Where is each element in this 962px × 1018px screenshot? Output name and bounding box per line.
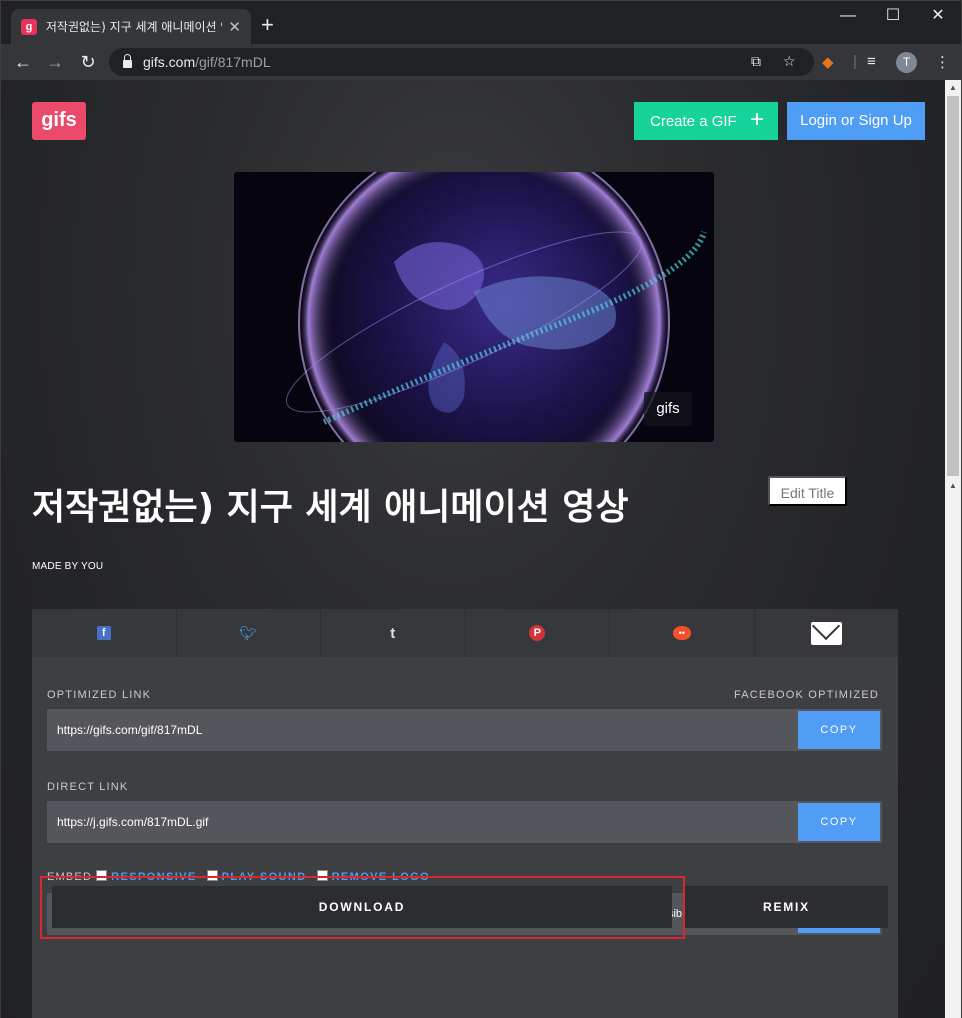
copy-direct-link-button[interactable]: COPY [798,803,880,841]
share-facebook-button[interactable]: f [32,609,177,657]
twitter-icon: 🐦︎ [239,624,258,641]
tab-close-icon[interactable]: ✕ [228,18,241,36]
share-pinterest-button[interactable]: P [466,609,610,657]
pinterest-icon: P [529,625,546,641]
translate-icon[interactable]: ⧉ [751,53,761,70]
remix-button[interactable]: REMIX [685,886,888,928]
gifs-logo[interactable]: gifs [32,102,86,140]
share-reddit-button[interactable]: •• [610,609,755,657]
optimized-link-field[interactable]: https://gifs.com/gif/817mDL COPY [47,709,882,751]
title-bar: g 저작권없는) 지구 세계 애니메이션 영상 ✕ + — ☐ ✕ [1,1,961,44]
browser-tab[interactable]: g 저작권없는) 지구 세계 애니메이션 영상 ✕ [11,9,251,44]
direct-link-text[interactable]: https://j.gifs.com/817mDL.gif [57,801,792,843]
browser-toolbar: ← → ↻ gifs.com/gif/817mDL ⧉ ☆ ◆ | ≡ T ⋮ [1,44,961,80]
tab-title: 저작권없는) 지구 세계 애니메이션 영상 [45,20,223,34]
copy-optimized-link-button[interactable]: COPY [798,711,880,749]
lock-icon [123,54,132,68]
scroll-arrow-icon[interactable]: ▲ [945,478,961,494]
create-gif-label: Create a GIF [650,112,737,130]
share-panel: f 🐦︎ t P •• OPTIMIZED LINK FACEBOOK OPTI… [32,609,898,1018]
minimize-icon[interactable]: — [828,5,868,29]
share-email-button[interactable] [755,609,899,657]
more-menu-icon[interactable]: ⋮ [935,53,950,71]
gifs-watermark: gifs [644,392,692,426]
url-path: /gif/817mDL [195,54,271,70]
forward-icon[interactable]: → [43,50,67,74]
earth-animation-image [234,172,714,442]
direct-link-field[interactable]: https://j.gifs.com/817mDL.gif COPY [47,801,882,843]
facebook-optimized-label[interactable]: FACEBOOK OPTIMIZED [734,689,879,701]
tab-favicon-icon: g [21,18,37,35]
toolbar-divider: | [853,53,857,70]
reddit-icon: •• [672,626,691,640]
media-controls-icon[interactable]: ≡ [867,53,876,70]
metamask-extension-icon[interactable]: ◆ [822,53,834,71]
share-tumblr-button[interactable]: t [321,609,466,657]
tumblr-icon: t [390,624,396,642]
scrollbar-thumb[interactable] [947,96,959,476]
plus-icon: + [749,106,764,133]
direct-link-label: DIRECT LINK [47,781,129,793]
made-by-label: MADE BY YOU [32,561,104,572]
optimized-link-text[interactable]: https://gifs.com/gif/817mDL [57,709,792,751]
new-tab-icon[interactable]: + [261,14,274,36]
close-window-icon[interactable]: ✕ [918,5,958,29]
page-content: gifs Create a GIF + Login or Sign Up gif… [1,80,945,1018]
browser-window: g 저작권없는) 지구 세계 애니메이션 영상 ✕ + — ☐ ✕ ← → ↻ … [0,0,962,1018]
address-bar[interactable]: gifs.com/gif/817mDL ⧉ ☆ [109,48,814,76]
email-icon [810,621,842,645]
back-icon[interactable]: ← [11,50,35,74]
bookmark-star-icon[interactable]: ☆ [783,53,796,70]
scroll-up-arrow-icon[interactable]: ▲ [945,80,961,96]
reload-icon[interactable]: ↻ [76,50,100,74]
share-twitter-button[interactable]: 🐦︎ [177,609,321,657]
profile-avatar[interactable]: T [896,52,917,73]
url-host: gifs.com [143,54,196,70]
edit-title-button[interactable]: Edit Title [768,476,847,506]
download-button[interactable]: DOWNLOAD [52,886,672,928]
share-buttons-row: f 🐦︎ t P •• [32,609,898,657]
maximize-icon[interactable]: ☐ [873,5,913,29]
optimized-link-label: OPTIMIZED LINK [47,689,152,701]
page-scrollbar[interactable]: ▲ ▲ [945,80,961,1018]
gif-title: 저작권없는) 지구 세계 애니메이션 영상 [32,487,629,528]
login-signup-button[interactable]: Login or Sign Up [787,102,925,140]
facebook-icon: f [96,626,111,640]
create-gif-button[interactable]: Create a GIF + [634,102,778,140]
gif-preview[interactable] [234,172,714,442]
